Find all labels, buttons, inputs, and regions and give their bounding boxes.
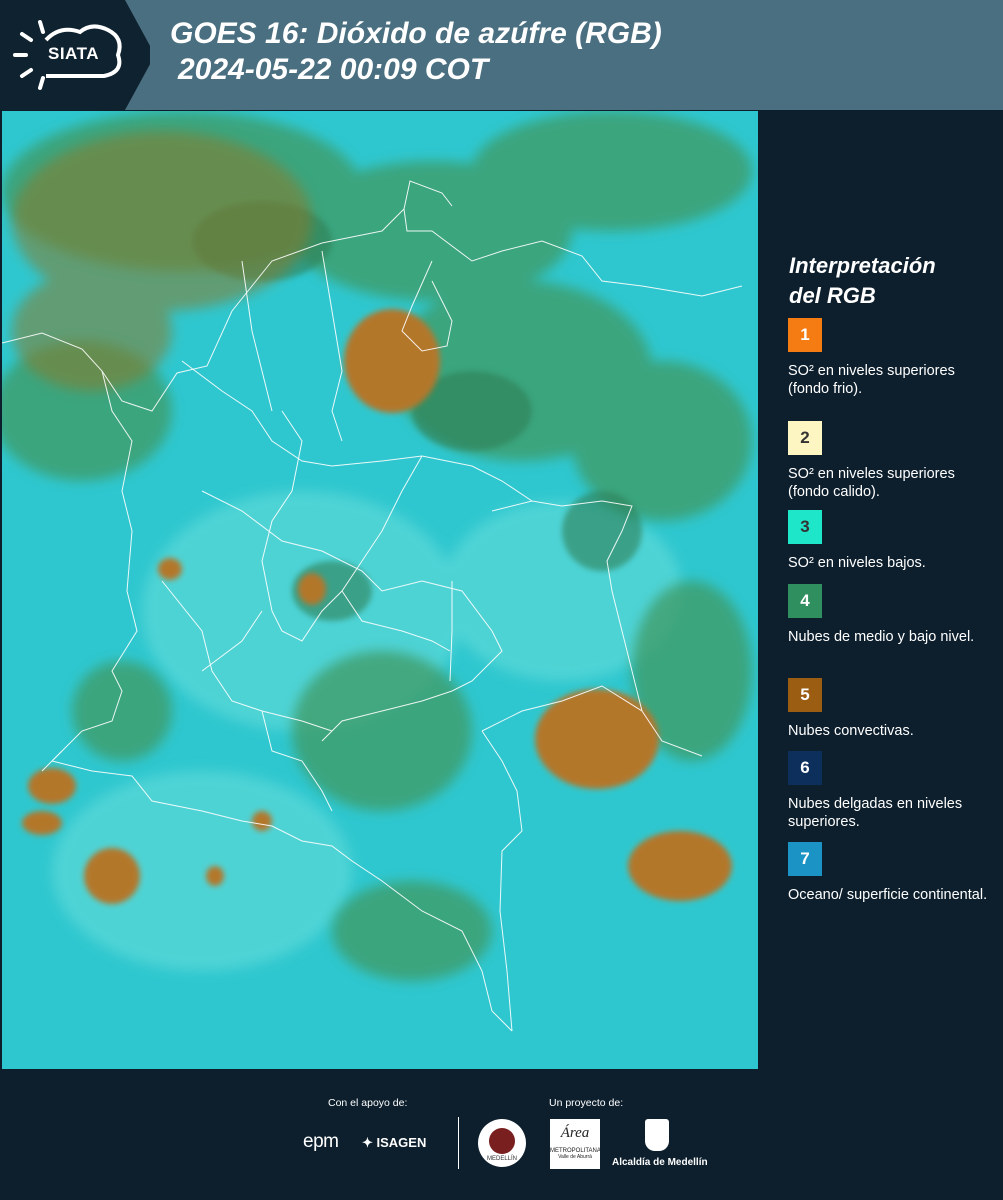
legend-swatch: 2 xyxy=(788,421,822,455)
legend-swatch: 1 xyxy=(788,318,822,352)
alcaldia-label: Alcaldía de Medellín xyxy=(612,1157,708,1168)
epm-logo: epm xyxy=(303,1131,339,1152)
area-logo-title: Área xyxy=(560,1125,590,1141)
legend-item: 2 SO² en niveles superiores (fondo calido… xyxy=(788,421,988,501)
isagen-logo: ✦ ISAGEN xyxy=(362,1135,426,1151)
legend-item: 5 Nubes convectivas. xyxy=(788,678,988,740)
legend-description: Oceano/ superficie continental. xyxy=(788,887,988,903)
legend-swatch: 5 xyxy=(788,678,822,712)
legend-title-line2: del RGB xyxy=(789,283,876,308)
legend-description: Nubes de medio y bajo nivel. xyxy=(788,629,975,645)
area-metropolitana-logo: Área METROPOLITANA Valle de Aburrá xyxy=(550,1119,601,1169)
project-label: Un proyecto de: xyxy=(549,1097,624,1109)
isagen-icon: ✦ xyxy=(362,1135,377,1150)
header-bar: SIATA GOES 16: Dióxido de azúfre (RGB) 2… xyxy=(0,0,1003,110)
legend-item: 4 Nubes de medio y bajo nivel. xyxy=(788,584,988,646)
legend-title: Interpretación del RGB xyxy=(789,251,989,311)
legend-swatch: 6 xyxy=(788,751,822,785)
legend-description: SO² en niveles superiores (fondo calido)… xyxy=(788,466,955,500)
legend-item: 7 Oceano/ superficie continental. xyxy=(788,842,988,904)
legend-swatch: 3 xyxy=(788,510,822,544)
legend-panel: Interpretación del RGB 1 SO² en niveles s… xyxy=(760,111,1003,1069)
footer-divider xyxy=(458,1117,459,1169)
support-label: Con el apoyo de: xyxy=(328,1097,408,1109)
medellin-seal-logo: MEDELLÍN xyxy=(478,1119,526,1167)
legend-description: Nubes delgadas en niveles superiores. xyxy=(788,796,963,830)
footer: Con el apoyo de: Un proyecto de: epm ✦ I… xyxy=(0,1069,1003,1200)
siata-logo: SIATA xyxy=(0,0,150,110)
satellite-image xyxy=(2,111,758,1069)
legend-item: 3 SO² en niveles bajos. xyxy=(788,510,988,572)
legend-description: SO² en niveles superiores (fondo frio). xyxy=(788,363,955,397)
legend-description: Nubes convectivas. xyxy=(788,723,914,739)
siata-logo-text: SIATA xyxy=(48,44,99,63)
seal-icon xyxy=(489,1128,515,1154)
title-timestamp: 2024-05-22 00:09 COT xyxy=(178,53,489,86)
page-title: GOES 16: Dióxido de azúfre (RGB) 2024-05… xyxy=(170,16,662,88)
satellite-map[interactable] xyxy=(2,111,758,1069)
isagen-logo-text: ISAGEN xyxy=(376,1135,427,1150)
title-product: GOES 16: Dióxido de azúfre (RGB) xyxy=(170,17,662,50)
legend-title-line1: Interpretación xyxy=(789,253,936,278)
legend-item: 1 SO² en niveles superiores (fondo frio). xyxy=(788,318,988,398)
legend-item: 6 Nubes delgadas en niveles superiores. xyxy=(788,751,988,831)
area-logo-sub2: Valle de Aburrá xyxy=(558,1154,592,1160)
legend-swatch: 7 xyxy=(788,842,822,876)
alcaldia-crest-icon xyxy=(645,1119,669,1151)
legend-swatch: 4 xyxy=(788,584,822,618)
seal-text: MEDELLÍN xyxy=(486,1156,517,1162)
legend-description: SO² en niveles bajos. xyxy=(788,555,926,571)
